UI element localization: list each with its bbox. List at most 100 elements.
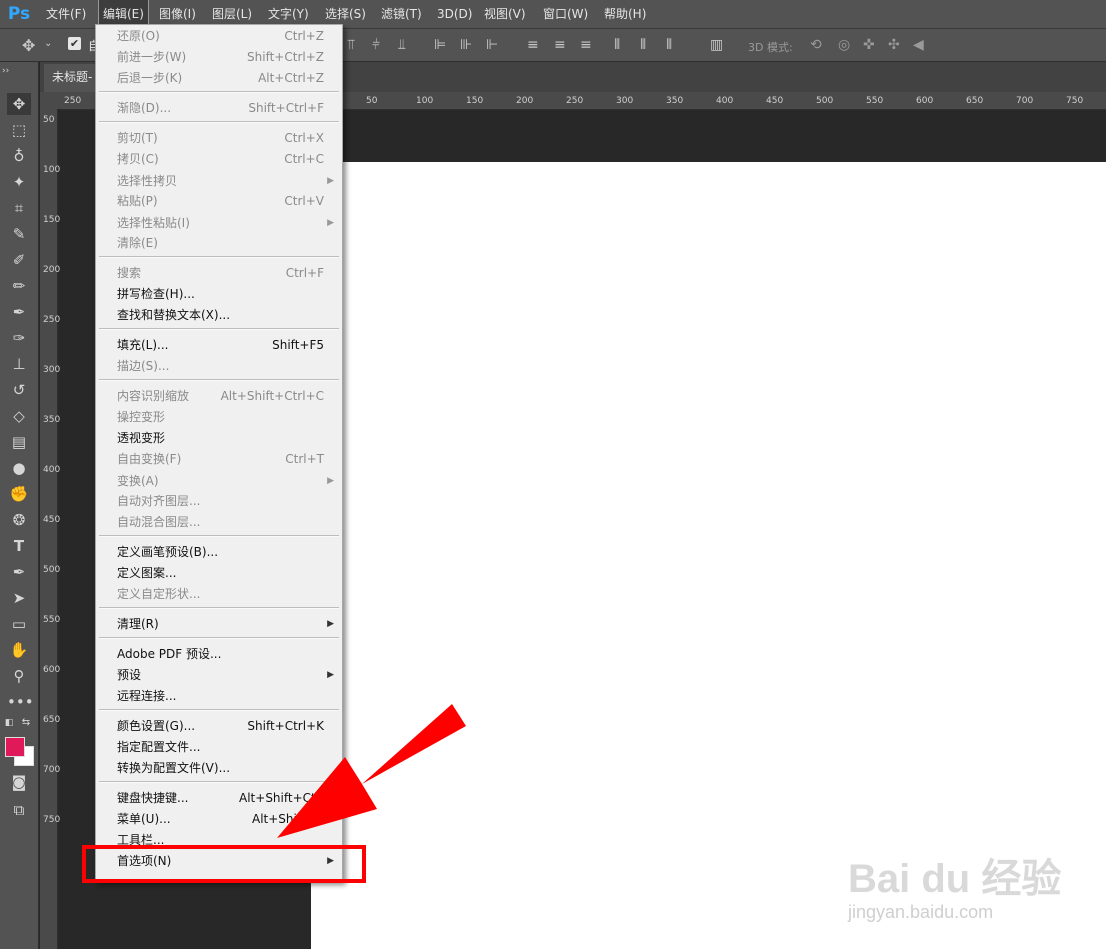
distribute-top-icon[interactable]: ≡ (527, 37, 539, 53)
menu-item[interactable]: 清除(E) (96, 233, 342, 254)
swap-colors-icon[interactable]: ⇆ (20, 717, 32, 729)
3d-orbit-icon[interactable]: ⟲ (810, 37, 822, 53)
marquee-tool-icon[interactable]: ⬚ (7, 119, 31, 141)
menu-item[interactable]: 查找和替换文本(X)... (96, 305, 342, 326)
move-tool-icon[interactable]: ✥ (7, 93, 31, 115)
menu-item-label: 描边(S)... (117, 359, 170, 373)
more-tools-icon[interactable]: ••• (7, 691, 34, 713)
distribute-hcenter-icon[interactable]: ⦀ (640, 37, 646, 53)
collapse-panel-icon[interactable]: ›› (2, 66, 26, 76)
menu-item[interactable]: 粘贴(P) Ctrl+V (96, 191, 342, 212)
crop-tool-icon[interactable]: ⌗ (7, 197, 31, 219)
submenu-arrow-icon: ▶ (327, 619, 334, 629)
menu-item[interactable]: 拷贝(C) Ctrl+C (96, 149, 342, 170)
menu-item[interactable]: 内容识别缩放 Alt+Shift+Ctrl+C (96, 386, 342, 407)
menu-item[interactable]: 搜索 Ctrl+F (96, 263, 342, 284)
menu-item[interactable]: 前进一步(W) Shift+Ctrl+Z (96, 47, 342, 68)
menu-filter[interactable]: 滤镜(T) (381, 0, 422, 28)
menu-item[interactable]: 渐隐(D)... Shift+Ctrl+F (96, 98, 342, 119)
menu-item[interactable]: 键盘快捷键... Alt+Shift+Ctrl (96, 788, 342, 809)
menu-item[interactable]: 后退一步(K) Alt+Ctrl+Z (96, 68, 342, 89)
menu-item[interactable]: 自由变换(F) Ctrl+T (96, 449, 342, 470)
hand-tool-icon[interactable]: ✋ (7, 639, 31, 661)
menu-item[interactable]: 操控变形 (96, 407, 342, 428)
menu-item[interactable]: 透视变形 (96, 428, 342, 449)
eraser-tool-icon[interactable]: ◇ (7, 405, 31, 427)
align-bottom-icon[interactable]: ⫫ (398, 37, 406, 53)
type-tool-icon[interactable]: T (7, 535, 31, 557)
move-tool-icon[interactable]: ✥ (22, 36, 35, 55)
menu-item-label: 键盘快捷键... (117, 791, 189, 805)
menu-help[interactable]: 帮助(H) (604, 0, 646, 28)
menu-item[interactable]: 描边(S)... (96, 356, 342, 377)
distribute-vcenter-icon[interactable]: ≡ (554, 37, 566, 53)
menu-file[interactable]: 文件(F) (46, 0, 86, 28)
stamp-tool-icon[interactable]: ⊥ (7, 353, 31, 375)
foreground-color-swatch[interactable] (5, 737, 25, 757)
menu-item[interactable]: 清理(R) ▶ (96, 614, 342, 635)
menu-item[interactable]: Adobe PDF 预设... (96, 644, 342, 665)
menu-view[interactable]: 视图(V) (484, 0, 526, 28)
menu-item-shortcut: Ctrl+X (284, 131, 324, 145)
menu-3d[interactable]: 3D(D) (437, 0, 472, 28)
mixer-brush-tool-icon[interactable]: ✒ (7, 301, 31, 323)
3d-pan-icon[interactable]: ✜ (863, 37, 875, 53)
screen-mode-icon[interactable]: ⧉ (7, 799, 31, 821)
menu-item[interactable]: 选择性拷贝 ▶ (96, 171, 342, 192)
menu-item[interactable]: 菜单(U)... Alt+Shift+C (96, 809, 342, 830)
menu-item-label: 定义自定形状... (117, 587, 201, 601)
auto-select-checkbox[interactable]: ✔ (68, 37, 81, 50)
history-brush-tool-icon[interactable]: ↺ (7, 379, 31, 401)
menu-item-label: 变换(A) (117, 474, 159, 488)
menu-item[interactable]: 还原(O) Ctrl+Z (96, 26, 342, 47)
chevron-down-icon[interactable]: ⌄ (44, 38, 52, 49)
menu-item[interactable]: 自动混合图层... (96, 512, 342, 533)
lasso-tool-icon[interactable]: ♁ (7, 145, 31, 167)
align-vcenter-icon[interactable]: ⫩ (372, 37, 380, 53)
3d-roll-icon[interactable]: ◎ (838, 37, 850, 53)
clone-stamp-tool-icon[interactable]: ✑ (7, 327, 31, 349)
distribute-right-icon[interactable]: ⦀ (666, 37, 672, 53)
distribute-bottom-icon[interactable]: ≡ (580, 37, 592, 53)
menu-item[interactable]: 拼写检查(H)... (96, 284, 342, 305)
3d-slide-icon[interactable]: ✣ (888, 37, 900, 53)
align-hcenter-icon[interactable]: ⊪ (460, 37, 472, 53)
blur-tool-icon[interactable]: ● (7, 457, 31, 479)
menu-item[interactable]: 定义画笔预设(B)... (96, 542, 342, 563)
menu-item[interactable]: 预设 ▶ (96, 665, 342, 686)
menu-item-shortcut: Alt+Ctrl+Z (258, 71, 324, 85)
align-right-icon[interactable]: ⊩ (486, 37, 498, 53)
dodge-tool-icon[interactable]: ✊ (7, 483, 31, 505)
menu-item[interactable]: 转换为配置文件(V)... (96, 758, 342, 779)
default-colors-icon[interactable]: ◧ (3, 717, 15, 729)
rectangle-tool-icon[interactable]: ▭ (7, 613, 31, 635)
magic-wand-tool-icon[interactable]: ✦ (7, 171, 31, 193)
pen-tool-icon[interactable]: ✒ (7, 561, 31, 583)
menu-separator (99, 91, 339, 93)
path-selection-tool-icon[interactable]: ➤ (7, 587, 31, 609)
quick-mask-icon[interactable]: ◙ (7, 771, 31, 793)
menu-window[interactable]: 窗口(W) (543, 0, 588, 28)
menu-item[interactable]: 填充(L)... Shift+F5 (96, 335, 342, 356)
menu-item[interactable]: 指定配置文件... (96, 737, 342, 758)
brush-tool-icon[interactable]: ✏ (7, 275, 31, 297)
distribute-left-icon[interactable]: ⦀ (614, 37, 620, 53)
gradient-tool-icon[interactable]: ▤ (7, 431, 31, 453)
align-left-icon[interactable]: ⊫ (434, 37, 446, 53)
zoom-tool-icon[interactable]: ⚲ (7, 665, 31, 687)
menu-item[interactable]: 颜色设置(G)... Shift+Ctrl+K (96, 716, 342, 737)
3d-scale-icon[interactable]: ◀ (913, 37, 924, 53)
menu-item[interactable]: 剪切(T) Ctrl+X (96, 128, 342, 149)
menu-item[interactable]: 远程连接... (96, 686, 342, 707)
auto-align-icon[interactable]: ▥ (710, 37, 723, 53)
sponge-tool-icon[interactable]: ❂ (7, 509, 31, 531)
align-top-icon[interactable]: ⫪ (347, 37, 355, 53)
menu-item[interactable]: 变换(A) ▶ (96, 471, 342, 492)
healing-brush-tool-icon[interactable]: ✐ (7, 249, 31, 271)
ruler-label: 300 (43, 365, 61, 375)
menu-item[interactable]: 定义图案... (96, 563, 342, 584)
menu-item[interactable]: 自动对齐图层... (96, 491, 342, 512)
menu-item[interactable]: 选择性粘贴(I) ▶ (96, 213, 342, 234)
eyedropper-tool-icon[interactable]: ✎ (7, 223, 31, 245)
menu-item[interactable]: 定义自定形状... (96, 584, 342, 605)
